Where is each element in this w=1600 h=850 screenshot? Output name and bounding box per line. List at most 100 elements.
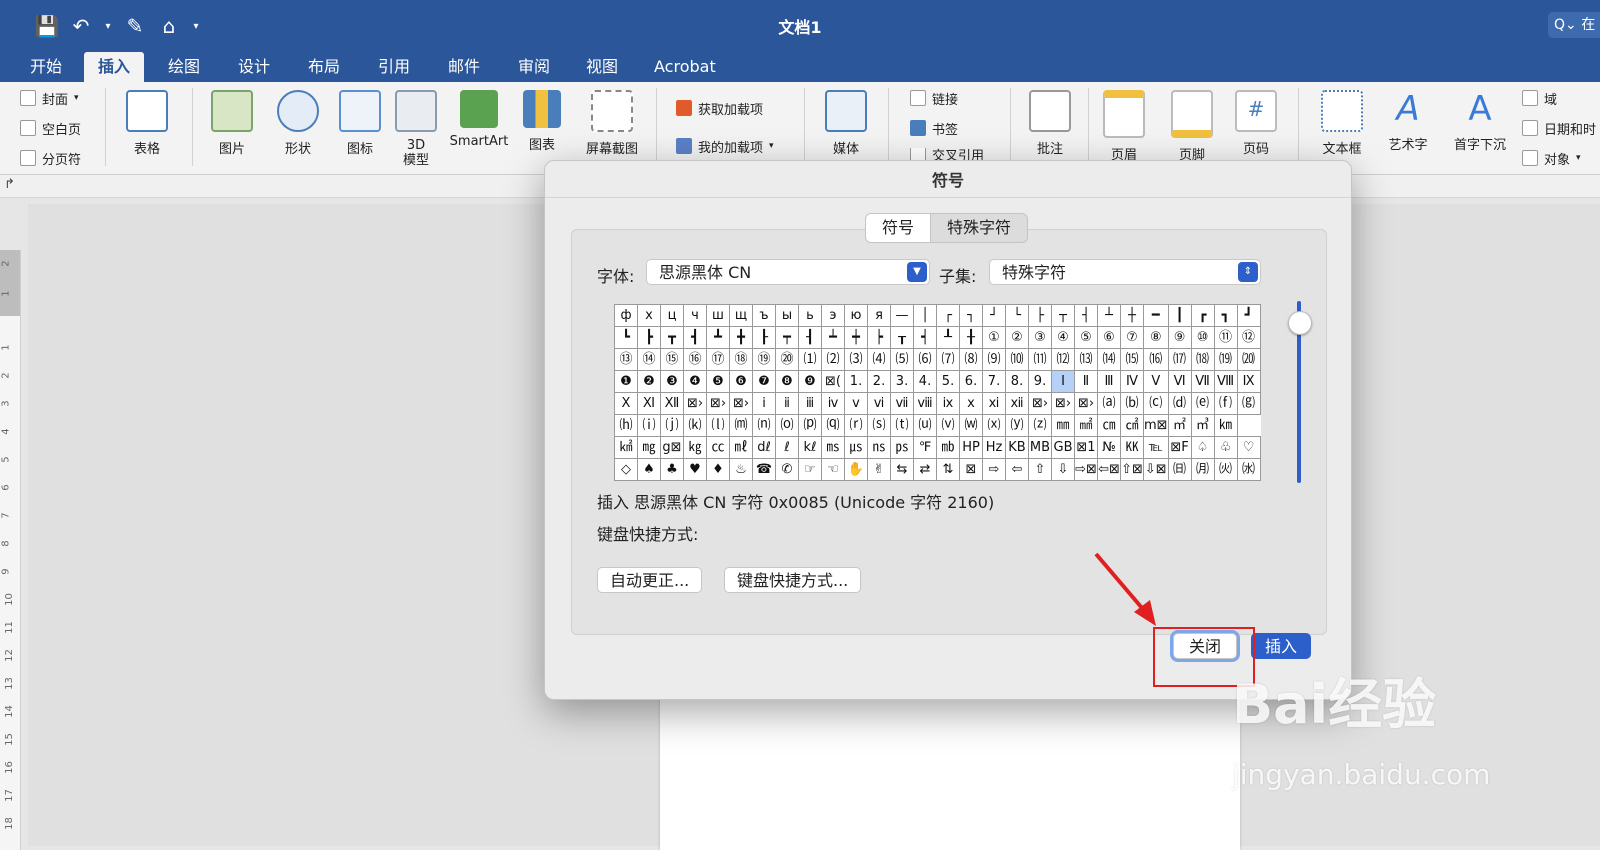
- symbol-cell[interactable]: ㎞: [1213, 414, 1238, 437]
- symbol-cell[interactable]: 6.: [959, 370, 983, 393]
- symbol-cell[interactable]: ⒢: [1236, 392, 1261, 415]
- symbol-cell[interactable]: ⑳: [775, 348, 799, 371]
- symbol-cell[interactable]: ㎏: [683, 436, 707, 459]
- footer-button[interactable]: 页脚: [1160, 90, 1224, 163]
- datetime-button[interactable]: 日期和时: [1522, 118, 1600, 138]
- symbol-cell[interactable]: ⑼: [982, 348, 1006, 371]
- symbol-cell[interactable]: ⒮: [867, 414, 891, 437]
- symbol-cell[interactable]: ④: [1051, 326, 1075, 349]
- symbol-cell[interactable]: ⑬: [614, 348, 638, 371]
- tab-design[interactable]: 设计: [230, 52, 278, 82]
- symbol-cell[interactable]: ⇨: [982, 458, 1006, 481]
- symbol-cell[interactable]: ②: [1005, 326, 1029, 349]
- symbol-cell[interactable]: ❽: [775, 370, 799, 393]
- symbol-cell[interactable]: ㎝: [1097, 414, 1121, 437]
- link-button[interactable]: 链接: [910, 88, 958, 108]
- blank-page-button[interactable]: 空白页: [20, 118, 81, 138]
- symbol-cell[interactable]: ㏄: [706, 436, 730, 459]
- symbol-cell[interactable]: ⒴: [1005, 414, 1029, 437]
- symbol-cell[interactable]: ♨: [729, 458, 753, 481]
- symbol-cell[interactable]: ⒂: [1120, 348, 1144, 371]
- symbol-cell[interactable]: ⇧⊠: [1120, 458, 1144, 481]
- symbol-cell[interactable]: ч: [683, 304, 707, 327]
- get-addins-button[interactable]: 获取加载项: [676, 98, 763, 118]
- symbol-cell[interactable]: ⑽: [1005, 348, 1029, 371]
- symbol-cell[interactable]: ⊠: [959, 458, 983, 481]
- symbol-cell[interactable]: HP: [959, 436, 983, 459]
- symbol-cell[interactable]: ⒆: [1213, 348, 1238, 371]
- symbol-cell[interactable]: ⑥: [1097, 326, 1121, 349]
- symbol-cell[interactable]: ㎱: [867, 436, 891, 459]
- symbol-cell[interactable]: Hz: [982, 436, 1006, 459]
- symbol-cell[interactable]: 2.: [867, 370, 891, 393]
- cross-reference-button[interactable]: 交叉引用: [910, 148, 984, 160]
- symbol-cell[interactable]: ⅺ: [982, 392, 1006, 415]
- symbol-cell[interactable]: Ⅹ: [614, 392, 638, 415]
- tab-insert[interactable]: 插入: [84, 52, 145, 82]
- symbol-cell[interactable]: Ⅳ: [1120, 370, 1144, 393]
- symbol-cell[interactable]: ⇧: [1028, 458, 1052, 481]
- symbol-cell[interactable]: ⑵: [821, 348, 845, 371]
- field-button[interactable]: 域: [1522, 88, 1557, 108]
- symbol-cell[interactable]: ㎥: [1190, 414, 1215, 437]
- symbol-cell[interactable]: ⑿: [1051, 348, 1075, 371]
- symbol-cell[interactable]: ♥: [683, 458, 707, 481]
- symbol-cell[interactable]: №: [1097, 436, 1121, 459]
- symbol-cell[interactable]: ⒱: [936, 414, 960, 437]
- symbol-cell[interactable]: ⒬: [821, 414, 845, 437]
- symbol-cell[interactable]: ┯: [775, 326, 799, 349]
- symbol-cell[interactable]: ⅶ: [890, 392, 914, 415]
- symbol-cell[interactable]: ⒞: [1143, 392, 1169, 415]
- symbol-cell[interactable]: ☎: [752, 458, 776, 481]
- symbol-cell[interactable]: ⒀: [1074, 348, 1098, 371]
- symbol-cell[interactable]: ⑺: [936, 348, 960, 371]
- symbol-cell[interactable]: ㈪: [1190, 458, 1215, 481]
- symbol-cell[interactable]: ⑩: [1190, 326, 1215, 349]
- symbol-cell[interactable]: ━: [1143, 304, 1169, 327]
- autocorrect-button[interactable]: 自动更正...: [597, 567, 703, 593]
- symbol-cell[interactable]: ┝: [867, 326, 891, 349]
- 3d-model-button[interactable]: 3D 模型: [384, 90, 448, 168]
- symbol-cell[interactable]: ⇩⊠: [1143, 458, 1169, 481]
- symbol-cell[interactable]: KB: [1005, 436, 1029, 459]
- symbol-cell[interactable]: ㎖: [729, 436, 753, 459]
- tab-references[interactable]: 引用: [370, 52, 418, 82]
- symbol-cell[interactable]: ⑨: [1167, 326, 1192, 349]
- symbol-cell[interactable]: ┏: [1190, 304, 1215, 327]
- wordart-button[interactable]: A 艺术字: [1376, 90, 1440, 153]
- symbol-cell[interactable]: ┥: [913, 326, 937, 349]
- symbol-cell[interactable]: ⑷: [867, 348, 891, 371]
- table-button[interactable]: 表格: [115, 90, 179, 157]
- tab-mailings[interactable]: 邮件: [440, 52, 488, 82]
- symbol-cell[interactable]: ㎰: [890, 436, 914, 459]
- symbol-cell[interactable]: ⅻ: [1005, 392, 1029, 415]
- symbol-cell[interactable]: ⑫: [1236, 326, 1261, 349]
- symbol-cell[interactable]: ⅵ: [867, 392, 891, 415]
- grid-scrollbar-thumb[interactable]: [1288, 311, 1312, 335]
- symbol-cell[interactable]: ⑪: [1213, 326, 1238, 349]
- document-page[interactable]: [660, 690, 1240, 850]
- dropcap-button[interactable]: A 首字下沉: [1444, 90, 1516, 153]
- symbol-cell[interactable]: ъ: [752, 304, 776, 327]
- symbol-cell[interactable]: ┼: [1120, 304, 1144, 327]
- symbol-cell[interactable]: ⅱ: [775, 392, 799, 415]
- symbol-cell[interactable]: ⑮: [660, 348, 684, 371]
- symbol-cell[interactable]: ⒵: [1028, 414, 1052, 437]
- symbol-cell[interactable]: 1.: [844, 370, 868, 393]
- symbol-cell[interactable]: ╋: [729, 326, 753, 349]
- symbol-cell[interactable]: ⒣: [614, 414, 638, 437]
- tab-acrobat[interactable]: Acrobat: [646, 52, 724, 82]
- textbox-button[interactable]: 文本框: [1310, 90, 1374, 157]
- symbol-cell[interactable]: ♤: [1190, 436, 1215, 459]
- symbol-cell[interactable]: ❻: [729, 370, 753, 393]
- symbol-cell[interactable]: ⑦: [1120, 326, 1144, 349]
- symbol-cell[interactable]: └: [1005, 304, 1029, 327]
- symbol-cell[interactable]: ⇩: [1051, 458, 1075, 481]
- symbol-cell[interactable]: ℓ: [775, 436, 799, 459]
- symbol-cell[interactable]: ㏍: [1120, 436, 1144, 459]
- symbol-cell[interactable]: ┐: [959, 304, 983, 327]
- symbol-cell[interactable]: ❺: [706, 370, 730, 393]
- symbol-cell[interactable]: ┠: [752, 326, 776, 349]
- tab-layout[interactable]: 布局: [300, 52, 348, 82]
- symbol-cell[interactable]: ⑧: [1143, 326, 1169, 349]
